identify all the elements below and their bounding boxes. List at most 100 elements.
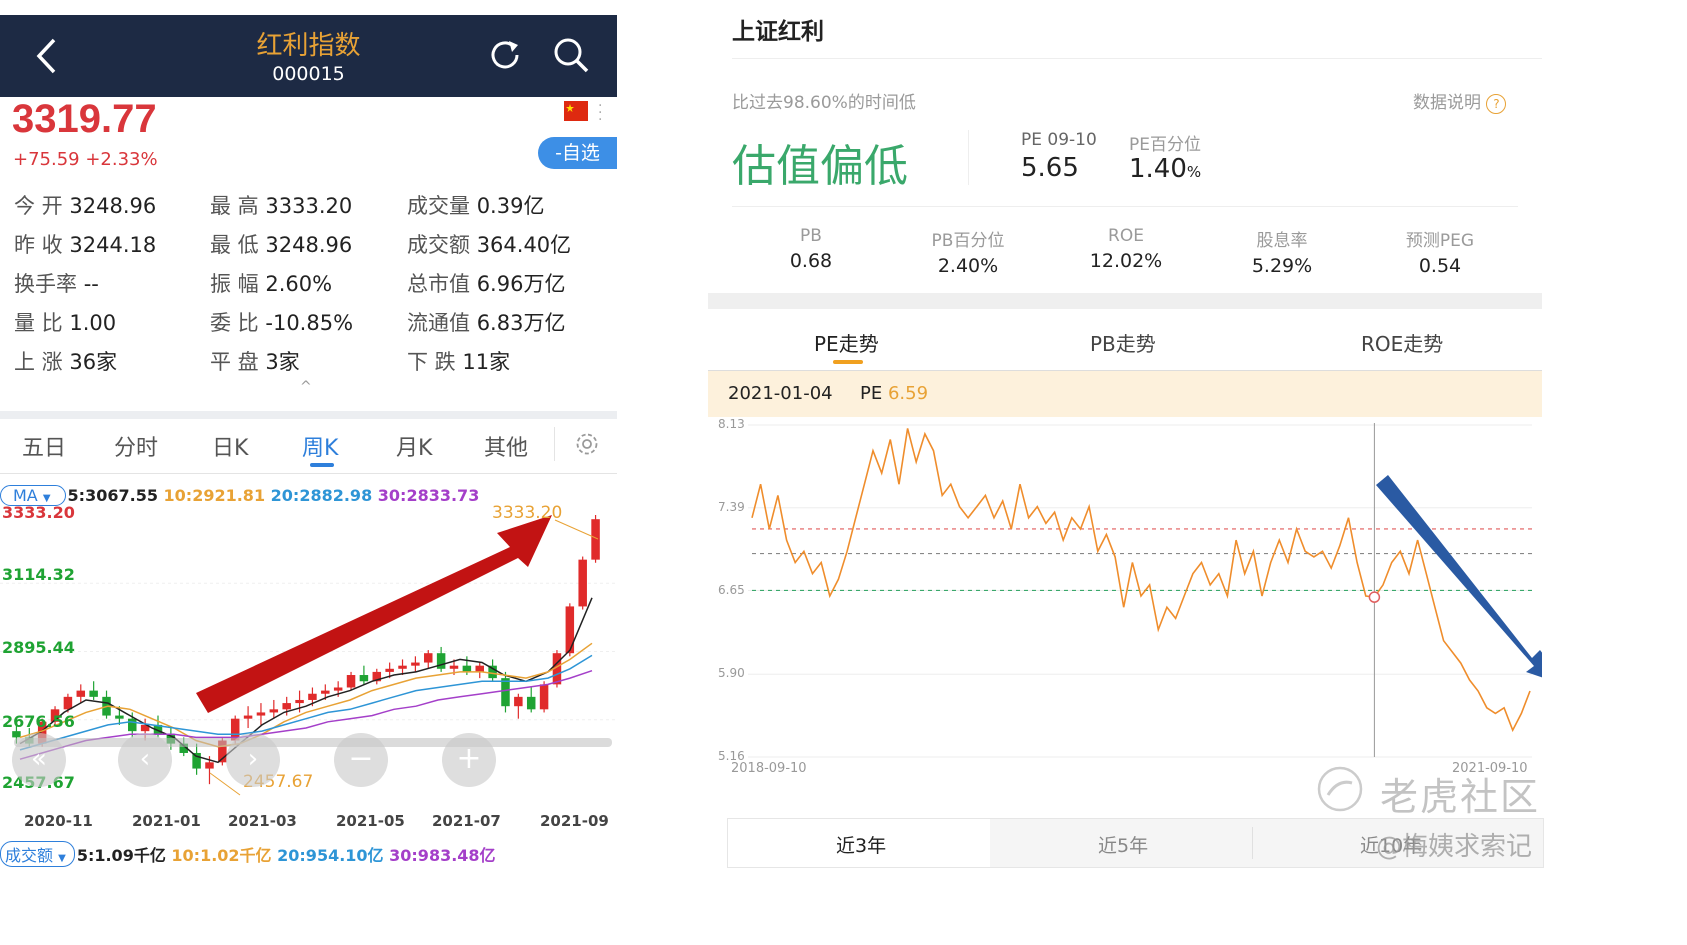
trend-tabs: PE走势 PB走势 ROE走势 (708, 310, 1542, 371)
tab-intraday[interactable]: 分时 (114, 430, 158, 462)
candle-body (321, 690, 330, 694)
rewind-button[interactable]: « (12, 733, 66, 787)
stat-label: 振 幅 (210, 272, 259, 296)
add-watchlist-button[interactable]: -自选 (538, 137, 617, 169)
current-price: 3319.77 (12, 97, 157, 141)
next-button[interactable]: › (226, 733, 280, 787)
candle-body (462, 665, 472, 672)
tab-underline (833, 360, 863, 364)
stat-label: 成交额 (407, 233, 470, 257)
stat-value: 364.40亿 (476, 233, 572, 257)
stat-item: 流通值 6.83万亿 (407, 307, 565, 337)
tiger-logo-icon (1317, 766, 1363, 812)
high-annotation: 3333.20 (492, 503, 563, 523)
candle-body (295, 699, 304, 704)
stat-value: 3244.18 (69, 233, 157, 257)
zoom-in-button[interactable]: + (442, 733, 496, 787)
compare-text: 比过去98.60%的时间低 (732, 93, 916, 113)
collapse-chevron-icon[interactable]: ^ (300, 379, 312, 395)
valuation-status: 估值偏低 (732, 141, 908, 192)
stat-label: 今 开 (14, 194, 63, 218)
tab-roe-trend[interactable]: ROE走势 (1361, 328, 1443, 357)
y-label-4: 2676.56 (2, 712, 75, 731)
stat-label: 平 盘 (210, 350, 259, 374)
pe-line (751, 428, 1531, 733)
volume-selector[interactable]: 成交额 ▼ (0, 841, 75, 867)
candlestick-chart[interactable] (0, 503, 617, 803)
candle-body (76, 690, 86, 697)
candle-body (591, 519, 600, 560)
tab-pe-trend[interactable]: PE走势 (814, 328, 879, 357)
x-label-6: 2021-09 (540, 812, 609, 830)
stat-item: 上 涨 36家 (14, 346, 117, 376)
volume-legend: 成交额 ▼ 5:1.09千亿 10:1.02千亿 20:954.10亿 30:98… (0, 841, 496, 867)
candle-body (243, 715, 253, 719)
x-label-3: 2021-03 (228, 812, 297, 830)
tab-five-day[interactable]: 五日 (22, 430, 66, 462)
candle-body (526, 696, 536, 710)
chart-tabs: 五日 分时 日K 周K 月K 其他 (0, 411, 617, 474)
stat-value: 6.96万亿 (476, 272, 566, 296)
stat-item: 振 幅 2.60% (210, 268, 332, 298)
y-label-high: 3333.20 (2, 503, 75, 522)
search-icon[interactable] (551, 35, 591, 75)
stat-item: 最 高 3333.20 (210, 190, 352, 220)
pe-percentile-label: PE百分位 (1129, 135, 1201, 155)
cursor-date: 2021-01-04 (728, 383, 833, 404)
tab-underline (310, 463, 334, 467)
stat-item: 委 比 -10.85% (210, 307, 353, 337)
metric-dividend-yield: 股息率 5.29% (1251, 231, 1313, 277)
prev-button[interactable]: ‹ (118, 733, 172, 787)
x-label-1: 2020-11 (24, 812, 93, 830)
stat-value: -10.85% (265, 311, 354, 335)
stat-item: 下 跌 11家 (407, 346, 510, 376)
stat-item: 成交额 364.40亿 (407, 229, 571, 259)
candle-body (578, 559, 587, 607)
data-note-link[interactable]: 数据说明 ? (1413, 88, 1507, 114)
section-divider (708, 293, 1542, 309)
candle-body (115, 715, 124, 719)
period-3y[interactable]: 近3年 (836, 831, 886, 858)
candle-body (128, 718, 137, 732)
candle-body (424, 653, 433, 663)
vol30-value: 30:983.48亿 (389, 846, 496, 865)
vol5-value: 5:1.09千亿 (76, 846, 166, 865)
watermark-author: @梅姨求索记 (1376, 832, 1533, 862)
index-name: 红利指数 (256, 31, 361, 61)
pe-y-label-2: 7.39 (718, 500, 745, 514)
pe-trend-chart[interactable] (708, 418, 1542, 818)
stat-label: 换手率 (14, 272, 77, 296)
candle-body (385, 668, 394, 672)
stat-item: 今 开 3248.96 (14, 190, 156, 220)
stat-label: 委 比 (210, 311, 259, 335)
stat-item: 量 比 1.00 (14, 307, 116, 337)
candle-body (12, 731, 21, 738)
stat-item: 平 盘 3家 (210, 346, 300, 376)
pe-y-label-1: 8.13 (718, 417, 745, 431)
stat-label: 流通值 (407, 311, 470, 335)
metric-roe: ROE 12.02% (1089, 226, 1163, 272)
period-5y[interactable]: 近5年 (1098, 831, 1148, 858)
stat-label: 昨 收 (14, 233, 63, 257)
zoom-out-button[interactable]: − (334, 733, 388, 787)
refresh-icon[interactable] (487, 37, 523, 73)
stat-value: 0.39亿 (476, 194, 545, 218)
candle-body (282, 703, 291, 710)
help-icon: ? (1486, 94, 1507, 114)
uptrend-arrow (196, 515, 552, 713)
index-code: 000015 (272, 63, 345, 85)
pe-y-label-4: 5.90 (718, 666, 745, 680)
tab-daily-k[interactable]: 日K (212, 430, 248, 462)
cursor-pe: PE 6.59 (860, 383, 929, 404)
pe-value: 5.65 (1021, 153, 1079, 183)
stat-item: 最 低 3248.96 (210, 229, 352, 259)
stat-value: 1.00 (69, 311, 117, 335)
tab-monthly-k[interactable]: 月K (396, 430, 432, 462)
settings-gear-icon[interactable] (574, 431, 600, 457)
stat-label: 最 低 (210, 233, 259, 257)
tab-pb-trend[interactable]: PB走势 (1090, 328, 1156, 357)
tab-weekly-k[interactable]: 周K (302, 430, 338, 462)
stat-item: 成交量 0.39亿 (407, 190, 544, 220)
tab-other[interactable]: 其他 (484, 430, 528, 462)
more-icon[interactable]: · · · (598, 99, 602, 127)
